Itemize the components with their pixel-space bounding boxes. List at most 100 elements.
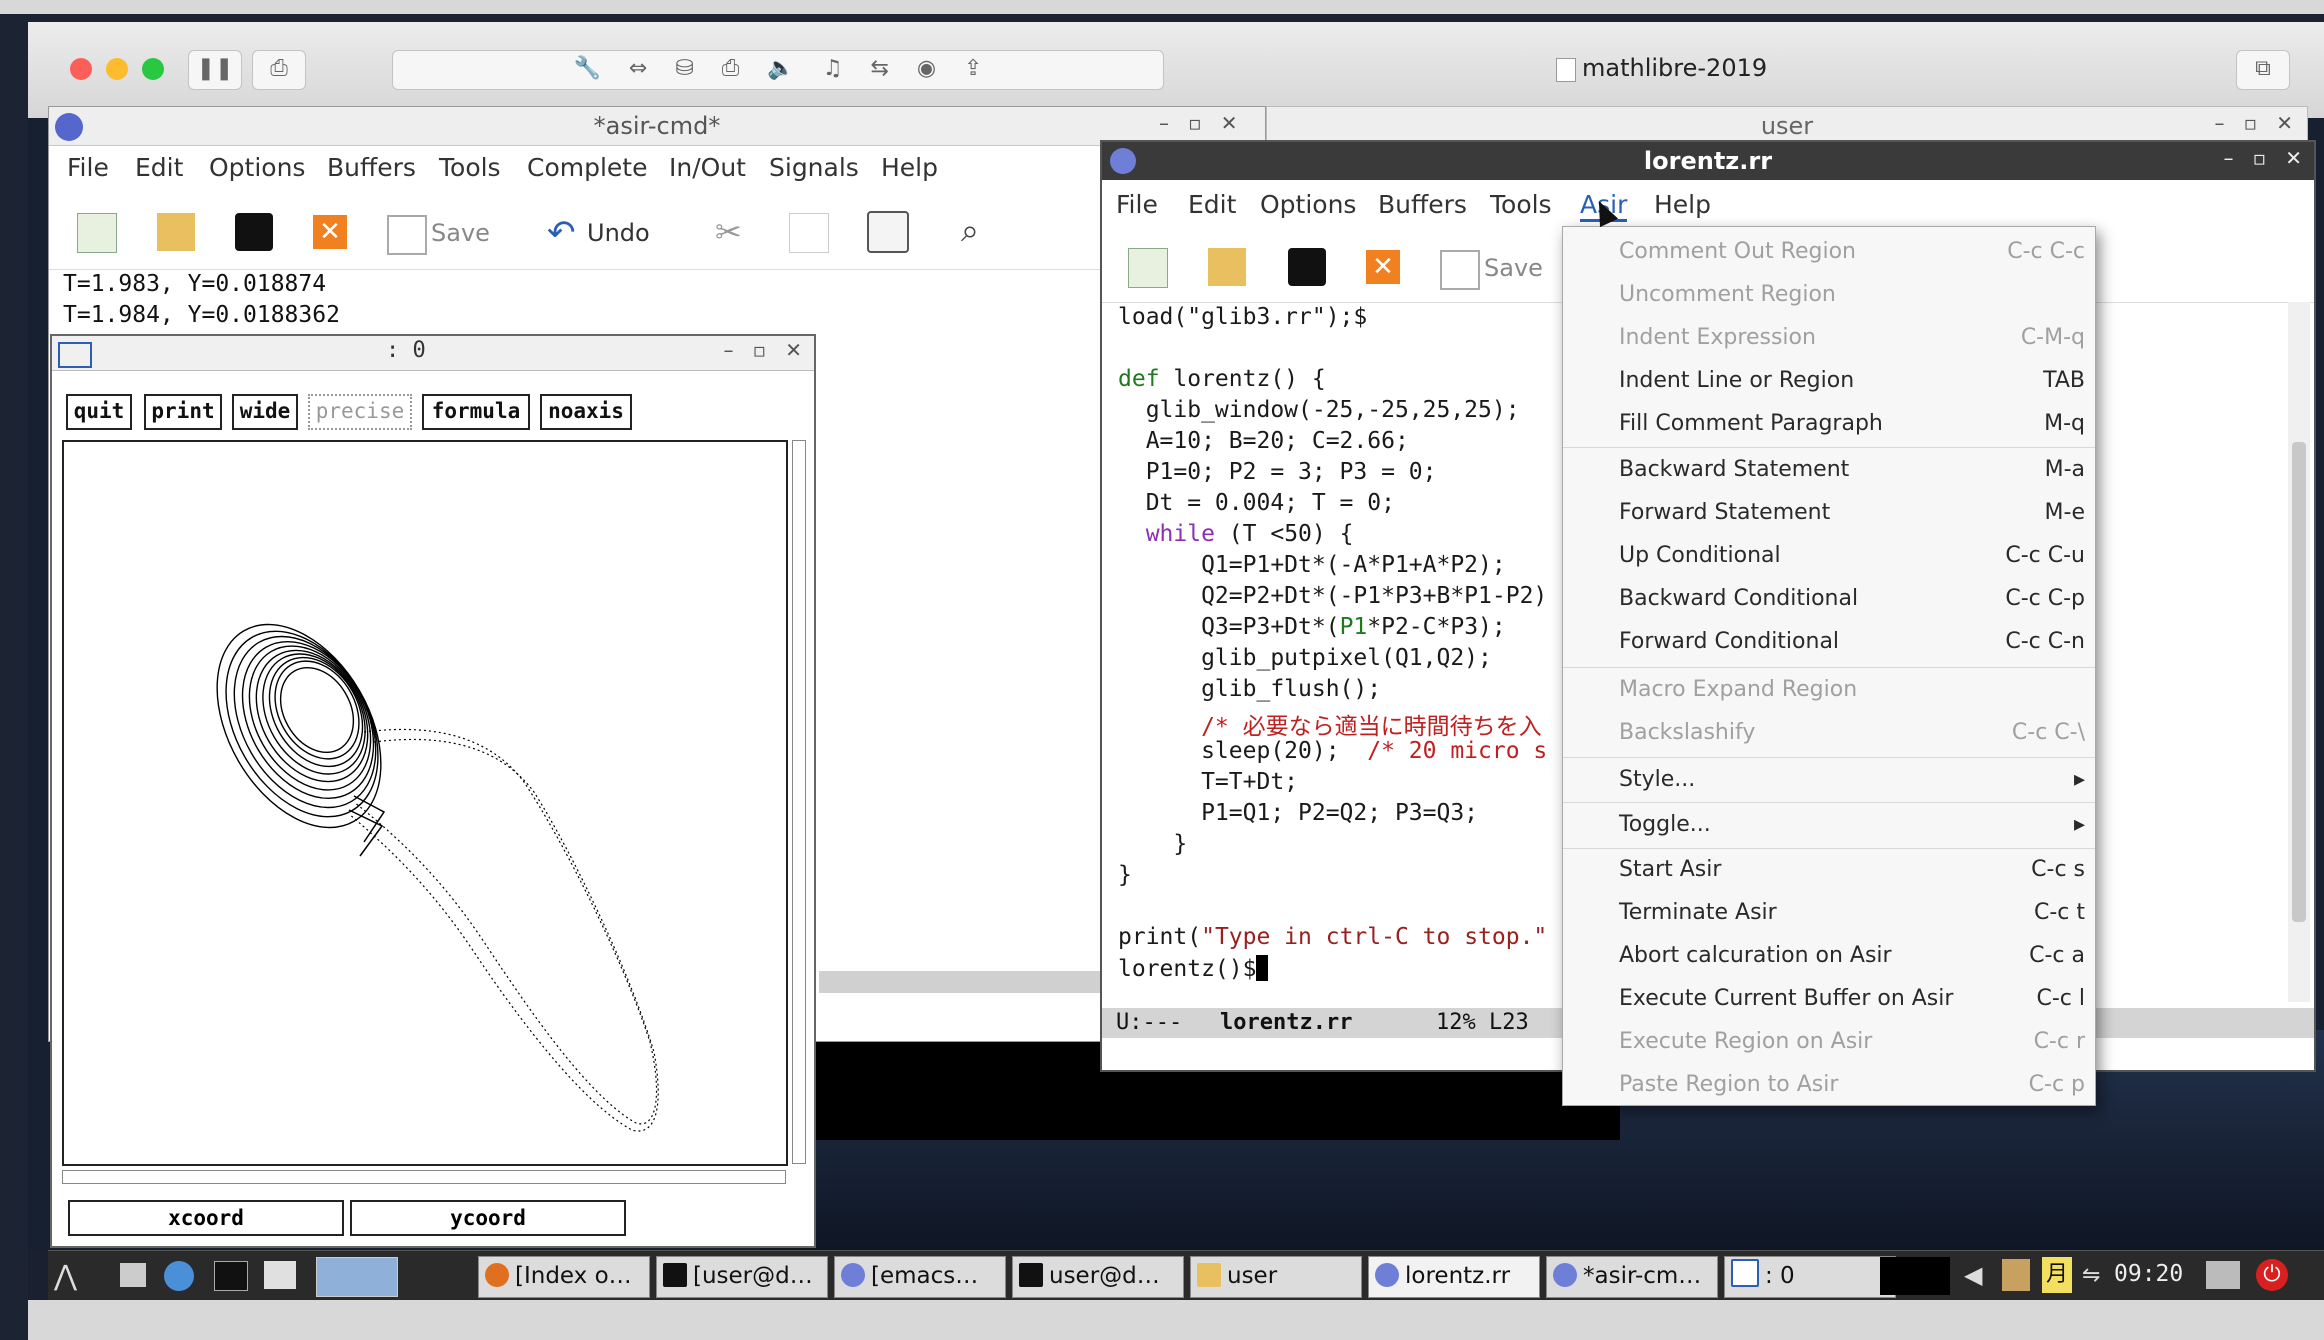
window-controls[interactable]: – ▫ ✕ <box>2224 146 2302 170</box>
menu-help[interactable]: Help <box>1654 190 1711 219</box>
menu-file[interactable]: File <box>1116 190 1158 219</box>
menu-edit[interactable]: Edit <box>135 153 183 182</box>
paste-icon[interactable] <box>867 211 909 253</box>
menu-item-comment-out-region[interactable]: Comment Out Region C-c C-c <box>1563 231 2095 274</box>
menu-item-backward-conditional[interactable]: Backward Conditional C-c C-p <box>1563 578 2095 621</box>
window-controls[interactable]: – ▫ ✕ <box>1159 111 1237 135</box>
menu-item-fill-comment-paragraph[interactable]: Fill Comment Paragraph M-q <box>1563 403 2095 446</box>
menu-item-uncomment-region[interactable]: Uncomment Region <box>1563 274 2095 317</box>
menu-options[interactable]: Options <box>1260 190 1356 219</box>
undo-button[interactable]: Undo <box>587 219 650 247</box>
menu-item-terminate-asir[interactable]: Terminate Asir C-c t <box>1563 892 2095 935</box>
menu-complete[interactable]: Complete <box>527 153 647 182</box>
menu-edit[interactable]: Edit <box>1188 190 1236 219</box>
share-icon[interactable]: ⇪ <box>964 56 982 81</box>
menu-item-indent-line-or-region[interactable]: Indent Line or Region TAB <box>1563 360 2095 403</box>
menu-buffers[interactable]: Buffers <box>1378 190 1467 219</box>
menu-help[interactable]: Help <box>881 153 938 182</box>
usb-icon[interactable]: ⇆ <box>870 56 888 81</box>
menu-item-backslashify[interactable]: Backslashify C-c C-\ <box>1563 712 2095 755</box>
quit-button[interactable]: quit <box>66 394 132 430</box>
file-manager-icon[interactable] <box>120 1263 146 1287</box>
camera-icon[interactable]: ◉ <box>917 56 936 81</box>
search-icon[interactable]: ⌕ <box>961 211 979 250</box>
menu-buffers[interactable]: Buffers <box>327 153 416 182</box>
menu-item-macro-expand-region[interactable]: Macro Expand Region <box>1563 669 2095 712</box>
editor-scrollbar[interactable] <box>2288 302 2310 1002</box>
power-icon[interactable]: ⏻ <box>2256 1259 2288 1291</box>
network-icon[interactable]: ⇔ <box>629 56 647 81</box>
task-asir-cmd[interactable]: *asir-cm… <box>1546 1256 1718 1298</box>
copy-icon[interactable] <box>789 213 829 253</box>
window-controls[interactable]: – ▫ ✕ <box>724 338 802 362</box>
menu-item-forward-conditional[interactable]: Forward Conditional C-c C-n <box>1563 621 2095 664</box>
save-button[interactable]: Save <box>431 219 490 247</box>
browser-icon[interactable] <box>164 1261 194 1291</box>
noaxis-button[interactable]: noaxis <box>540 394 632 430</box>
task-lorentz[interactable]: lorentz.rr <box>1368 1256 1540 1298</box>
undo-icon[interactable]: ↶ <box>547 213 576 253</box>
close-buffer-icon[interactable] <box>235 213 273 251</box>
task-glib[interactable]: : 0 <box>1724 1256 1896 1298</box>
wide-button[interactable]: wide <box>232 394 298 430</box>
new-file-icon[interactable] <box>77 213 117 253</box>
window-controls[interactable]: – ▫ ✕ <box>2215 111 2293 135</box>
close-buffer-icon[interactable] <box>1288 248 1326 286</box>
fullscreen-button[interactable]: ⧉ <box>2236 50 2290 90</box>
menu-file[interactable]: File <box>67 153 109 182</box>
menu-item-paste-region[interactable]: Paste Region to Asir C-c p <box>1563 1064 2095 1107</box>
scrollbar-thumb[interactable] <box>2292 442 2306 922</box>
ycoord-field[interactable]: ycoord <box>350 1200 626 1236</box>
menu-item-up-conditional[interactable]: Up Conditional C-c C-u <box>1563 535 2095 578</box>
menu-inout[interactable]: In/Out <box>669 153 746 182</box>
start-menu-icon[interactable]: ⋀ <box>54 1259 77 1292</box>
formula-button[interactable]: formula <box>422 394 530 430</box>
menu-item-style[interactable]: Style... ▸ <box>1563 759 2095 802</box>
task-user-folder[interactable]: user <box>1190 1256 1362 1298</box>
plot-canvas[interactable] <box>62 440 788 1166</box>
close-window-button[interactable] <box>70 58 92 80</box>
precise-button[interactable]: precise <box>308 394 412 430</box>
menu-tools[interactable]: Tools <box>439 153 501 182</box>
save-button[interactable]: Save <box>1484 254 1543 282</box>
open-folder-icon[interactable] <box>157 213 195 251</box>
save-icon[interactable] <box>387 215 427 255</box>
snapshot-button[interactable]: ⎙ <box>252 50 306 90</box>
kill-icon[interactable]: ✕ <box>1366 250 1400 284</box>
vertical-scrollbar[interactable] <box>792 440 806 1164</box>
workspace-pager[interactable] <box>316 1257 398 1297</box>
pause-vm-button[interactable]: ❚❚ <box>188 50 242 90</box>
menu-item-abort-calculation[interactable]: Abort calcuration on Asir C-c a <box>1563 935 2095 978</box>
save-icon[interactable] <box>1440 250 1480 290</box>
vm-device-toolbar[interactable]: 🔧 ⇔ ⛁ ⎙ 🔈 ♫ ⇆ ◉ ⇪ <box>392 50 1164 90</box>
arrow-left-icon[interactable]: ◀ <box>1964 1261 1982 1289</box>
terminal-icon[interactable] <box>214 1261 248 1291</box>
kill-icon[interactable]: ✕ <box>313 215 347 249</box>
volume-icon[interactable] <box>2206 1261 2240 1289</box>
menu-options[interactable]: Options <box>209 153 305 182</box>
headphone-icon[interactable]: ♫ <box>823 56 843 81</box>
printer-icon[interactable]: ⎙ <box>722 56 740 81</box>
windows-icon[interactable] <box>264 1261 296 1289</box>
disk-icon[interactable]: ⛁ <box>675 56 693 81</box>
menu-item-backward-statement[interactable]: Backward Statement M-a <box>1563 449 2095 492</box>
task-index[interactable]: [Index o… <box>478 1256 650 1298</box>
open-folder-icon[interactable] <box>1208 248 1246 286</box>
ime-indicator[interactable]: 月 <box>2042 1257 2072 1293</box>
cut-icon[interactable]: ✂ <box>715 213 742 251</box>
menu-item-indent-expression[interactable]: Indent Expression C-M-q <box>1563 317 2095 360</box>
task-terminal-2[interactable]: user@d… <box>1012 1256 1184 1298</box>
menu-signals[interactable]: Signals <box>769 153 859 182</box>
horizontal-scrollbar[interactable] <box>62 1170 786 1184</box>
clipboard-icon[interactable] <box>2002 1259 2030 1291</box>
menu-item-forward-statement[interactable]: Forward Statement M-e <box>1563 492 2095 535</box>
zoom-window-button[interactable] <box>142 58 164 80</box>
print-button[interactable]: print <box>144 394 222 430</box>
menu-item-execute-region[interactable]: Execute Region on Asir C-c r <box>1563 1021 2095 1064</box>
speaker-icon[interactable]: 🔈 <box>767 56 794 81</box>
menu-item-execute-current-buffer[interactable]: Execute Current Buffer on Asir C-c l <box>1563 978 2095 1021</box>
new-file-icon[interactable] <box>1128 248 1168 288</box>
network-icon[interactable]: ⇋ <box>2082 1263 2100 1288</box>
task-terminal-1[interactable]: [user@d… <box>656 1256 828 1298</box>
wrench-icon[interactable]: 🔧 <box>574 56 601 81</box>
